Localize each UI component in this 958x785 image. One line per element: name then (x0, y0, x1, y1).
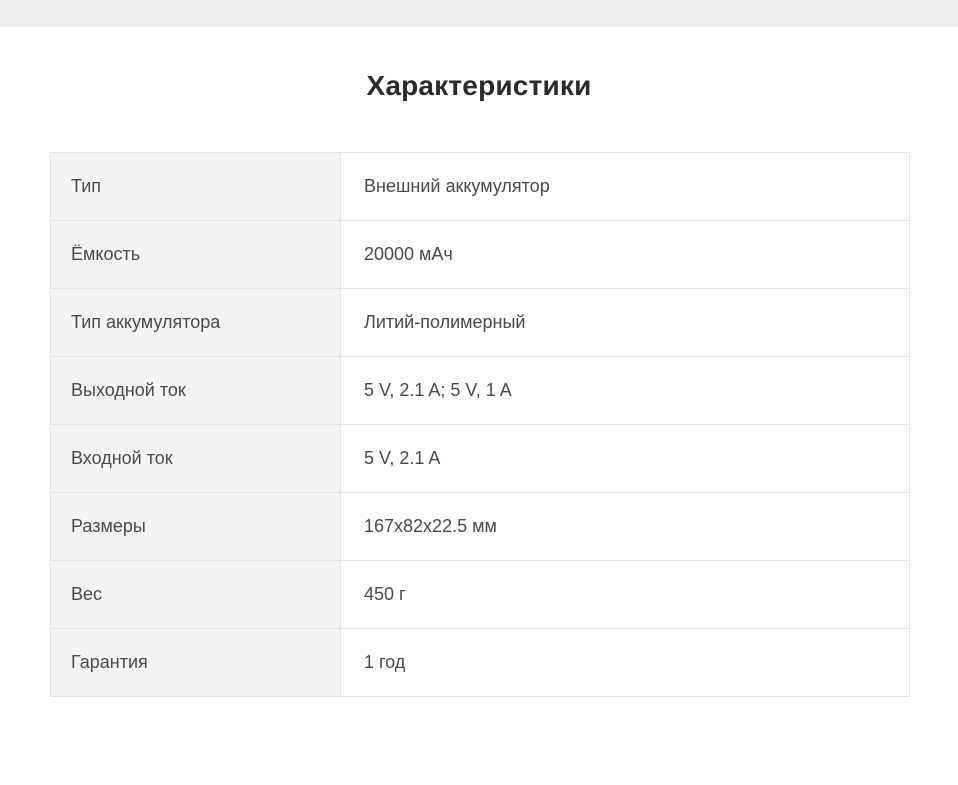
spec-value: 5 V, 2.1 A (340, 424, 910, 493)
spec-value: 1 год (340, 628, 910, 697)
spec-label: Выходной ток (50, 356, 341, 425)
table-row: Тип аккумулятора Литий-полимерный (50, 288, 910, 357)
spec-label: Тип (50, 152, 341, 221)
table-row: Входной ток 5 V, 2.1 A (50, 424, 910, 493)
table-row: Вес 450 г (50, 560, 910, 629)
spec-value: 450 г (340, 560, 910, 629)
table-row: Выходной ток 5 V, 2.1 A; 5 V, 1 A (50, 356, 910, 425)
table-row: Ёмкость 20000 мАч (50, 220, 910, 289)
spec-value: Внешний аккумулятор (340, 152, 910, 221)
spec-value: 167x82x22.5 мм (340, 492, 910, 561)
top-band (0, 0, 958, 27)
spec-label: Тип аккумулятора (50, 288, 341, 357)
spec-label: Ёмкость (50, 220, 341, 289)
spec-value: 20000 мАч (340, 220, 910, 289)
spec-label: Гарантия (50, 628, 341, 697)
table-row: Размеры 167x82x22.5 мм (50, 492, 910, 561)
page-title: Характеристики (366, 70, 592, 101)
spec-label: Входной ток (50, 424, 341, 493)
specs-table: Тип Внешний аккумулятор Ёмкость 20000 мА… (50, 152, 910, 697)
spec-value: 5 V, 2.1 A; 5 V, 1 A (340, 356, 910, 425)
spec-label: Вес (50, 560, 341, 629)
spec-value: Литий-полимерный (340, 288, 910, 357)
spec-label: Размеры (50, 492, 341, 561)
table-row: Гарантия 1 год (50, 628, 910, 697)
table-row: Тип Внешний аккумулятор (50, 152, 910, 221)
